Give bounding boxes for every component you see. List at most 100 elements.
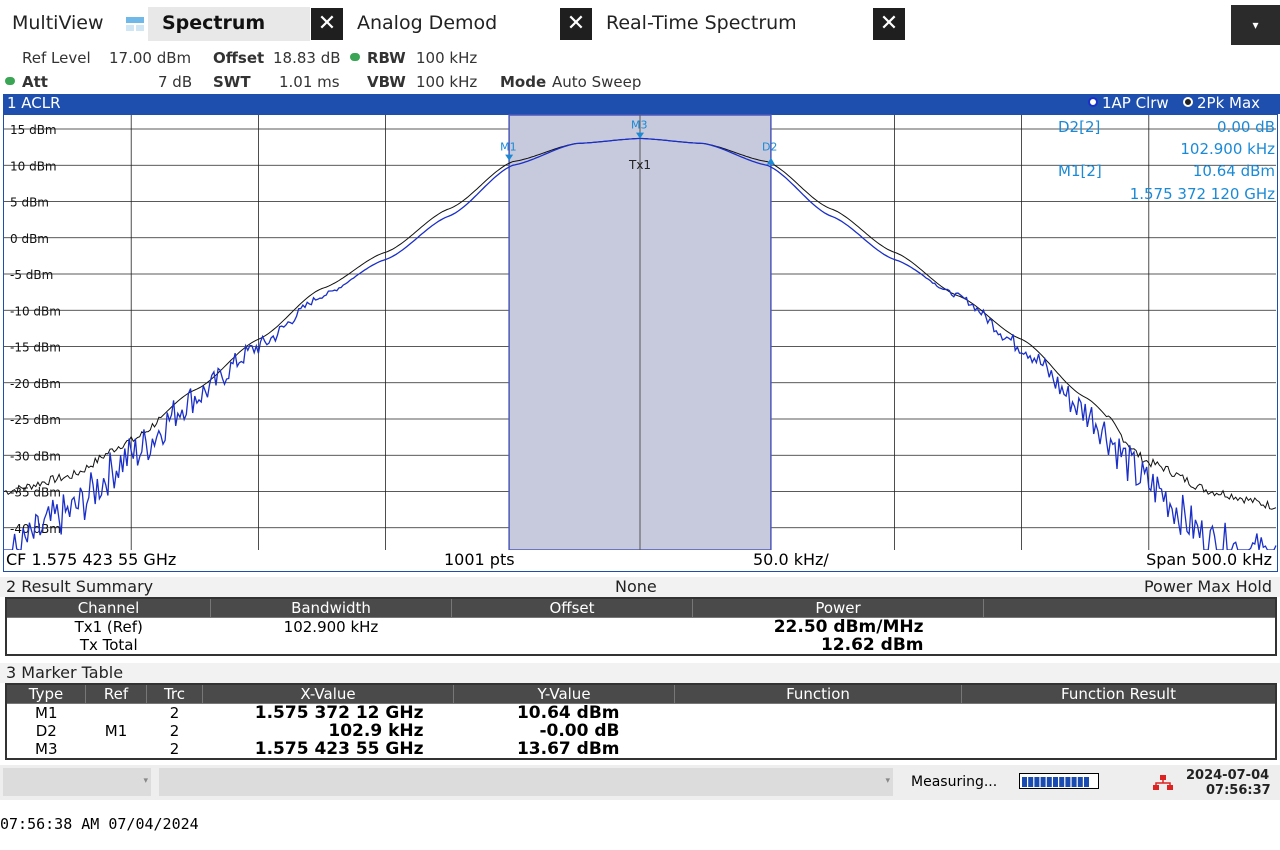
cell-function xyxy=(675,722,962,740)
cell-y-value: 10.64 dBm xyxy=(516,703,620,723)
y-tick-label: -5 dBm xyxy=(10,268,53,282)
mode-value[interactable]: Auto Sweep xyxy=(552,73,641,91)
tab-spectrum[interactable]: Spectrum xyxy=(162,12,265,34)
marker-info-value: 102.900 kHz xyxy=(1180,140,1275,158)
rbw-value[interactable]: 100 kHz xyxy=(416,49,477,67)
result-summary-table: Channel Bandwidth Offset Power Tx1 (Ref)… xyxy=(5,597,1277,656)
trace2-label[interactable]: 2Pk Max xyxy=(1197,94,1260,112)
cell-ref xyxy=(86,704,147,723)
cell-function-result xyxy=(962,704,1277,723)
y-tick-label: 15 dBm xyxy=(10,123,57,137)
status-dot-icon xyxy=(350,53,360,61)
multiview-icon[interactable] xyxy=(126,17,144,31)
col-header: Y-Value xyxy=(453,683,675,704)
y-tick-label: -25 dBm xyxy=(10,413,61,427)
result-summary-mode: None xyxy=(615,577,657,596)
close-icon[interactable]: ✕ xyxy=(560,8,592,40)
ref-level-value[interactable]: 17.00 dBm xyxy=(109,49,191,67)
att-value[interactable]: 7 dB xyxy=(158,73,192,91)
cell-function xyxy=(675,704,962,723)
cell-function-result xyxy=(962,722,1277,740)
y-tick-label: -15 dBm xyxy=(10,341,61,355)
progress-segment xyxy=(1046,777,1052,787)
status-time: 07:56:37 xyxy=(1206,783,1271,798)
status-field-1[interactable]: ▾ xyxy=(3,768,151,796)
marker-label-m3: M3 xyxy=(631,119,648,132)
offset-label[interactable]: Offset xyxy=(213,49,264,67)
table-row[interactable]: Tx Total 12.62 dBm xyxy=(6,636,1276,655)
footer-timestamp: 07:56:38 AM 07/04/2024 xyxy=(0,815,199,833)
freq-axis-bar: CF 1.575 423 55 GHz 1001 pts 50.0 kHz/ S… xyxy=(0,550,1280,572)
cell-function xyxy=(675,740,962,759)
span[interactable]: Span 500.0 kHz xyxy=(1146,550,1272,569)
y-tick-label: 0 dBm xyxy=(10,232,49,246)
progress-segment xyxy=(1090,777,1096,787)
sweep-points[interactable]: 1001 pts xyxy=(444,550,515,569)
table-row[interactable]: M1 2 1.575 372 12 GHz 10.64 dBm xyxy=(6,704,1276,723)
swt-label[interactable]: SWT xyxy=(213,73,251,91)
status-dot-icon xyxy=(5,77,15,85)
y-tick-label: 10 dBm xyxy=(10,159,57,173)
result-summary-title-bar[interactable]: 2 Result Summary None Power Max Hold xyxy=(0,577,1280,597)
col-header: Trc xyxy=(146,683,203,704)
col-header: Channel xyxy=(5,597,211,618)
progress-segment xyxy=(1071,777,1077,787)
tab-real-time-spectrum[interactable]: Real-Time Spectrum xyxy=(606,12,797,34)
chevron-down-icon[interactable]: ▾ xyxy=(1231,5,1280,45)
offset-value[interactable]: 18.83 dB xyxy=(273,49,341,67)
mode-label[interactable]: Mode xyxy=(500,73,546,91)
att-label[interactable]: Att xyxy=(22,73,48,91)
tab-multiview[interactable]: MultiView xyxy=(12,12,104,34)
cell-empty xyxy=(984,618,1277,637)
table-header-row: Type Ref Trc X-Value Y-Value Function Fu… xyxy=(5,683,1277,704)
marker-table-title-bar[interactable]: 3 Marker Table xyxy=(0,663,1280,683)
trace2-icon xyxy=(1183,97,1193,107)
result-summary-title: 2 Result Summary xyxy=(6,577,154,596)
cell-x-value: 1.575 423 55 GHz xyxy=(254,739,424,759)
status-field-2[interactable]: ▾ xyxy=(159,768,893,796)
trace1-label[interactable]: 1AP Clrw xyxy=(1102,94,1169,112)
tab-bar: MultiView Spectrum ✕ Analog Demod ✕ Real… xyxy=(0,0,1280,48)
close-icon[interactable]: ✕ xyxy=(311,8,343,40)
marker-table: Type Ref Trc X-Value Y-Value Function Fu… xyxy=(5,683,1277,760)
cell-bandwidth: 102.900 kHz xyxy=(283,618,379,636)
swt-value[interactable]: 1.01 ms xyxy=(279,73,340,91)
progress-segment xyxy=(1065,777,1071,787)
cell-offset xyxy=(452,618,693,637)
y-tick-label: -35 dBm xyxy=(10,486,61,500)
y-tick-label: -30 dBm xyxy=(10,449,61,463)
progress-segments xyxy=(1022,777,1096,787)
window-title-bar[interactable]: 1 ACLR 1AP Clrw 2Pk Max xyxy=(3,94,1280,114)
col-header: Type xyxy=(5,683,86,704)
network-icon xyxy=(1153,775,1173,790)
tab-analog-demod[interactable]: Analog Demod xyxy=(357,12,497,34)
vbw-label[interactable]: VBW xyxy=(367,73,406,91)
cell-offset xyxy=(452,636,693,655)
table-row[interactable]: D2 M1 2 102.9 kHz -0.00 dB xyxy=(6,722,1276,740)
col-header: Function xyxy=(674,683,962,704)
progress-segment xyxy=(1059,777,1065,787)
table-row[interactable]: Tx1 (Ref) 102.900 kHz 22.50 dBm/MHz xyxy=(6,618,1276,637)
cell-type: D2 xyxy=(35,722,57,740)
col-header: Function Result xyxy=(961,683,1277,704)
cell-channel: Tx1 (Ref) xyxy=(74,618,143,636)
status-date: 2024-07-04 xyxy=(1186,768,1270,783)
cell-power: 22.50 dBm/MHz xyxy=(773,617,924,637)
cell-type: M1 xyxy=(35,704,58,722)
close-icon[interactable]: ✕ xyxy=(873,8,905,40)
chevron-down-icon: ▾ xyxy=(885,776,890,786)
progress-segment xyxy=(1053,777,1058,787)
marker-info-label: D2[2] xyxy=(1058,118,1101,136)
vbw-value[interactable]: 100 kHz xyxy=(416,73,477,91)
table-row[interactable]: M3 2 1.575 423 55 GHz 13.67 dBm xyxy=(6,740,1276,759)
cell-bandwidth xyxy=(211,636,452,655)
rbw-label[interactable]: RBW xyxy=(367,49,406,67)
ref-level-label[interactable]: Ref Level xyxy=(22,49,91,67)
cell-trc: 2 xyxy=(169,722,180,740)
measuring-status: Measuring... xyxy=(911,774,998,790)
cell-channel: Tx Total xyxy=(79,636,138,654)
center-frequency[interactable]: CF 1.575 423 55 GHz xyxy=(6,550,176,569)
cell-function-result xyxy=(962,740,1277,759)
progress-segment xyxy=(1040,777,1046,787)
marker-label-m1: M1 xyxy=(500,141,517,154)
